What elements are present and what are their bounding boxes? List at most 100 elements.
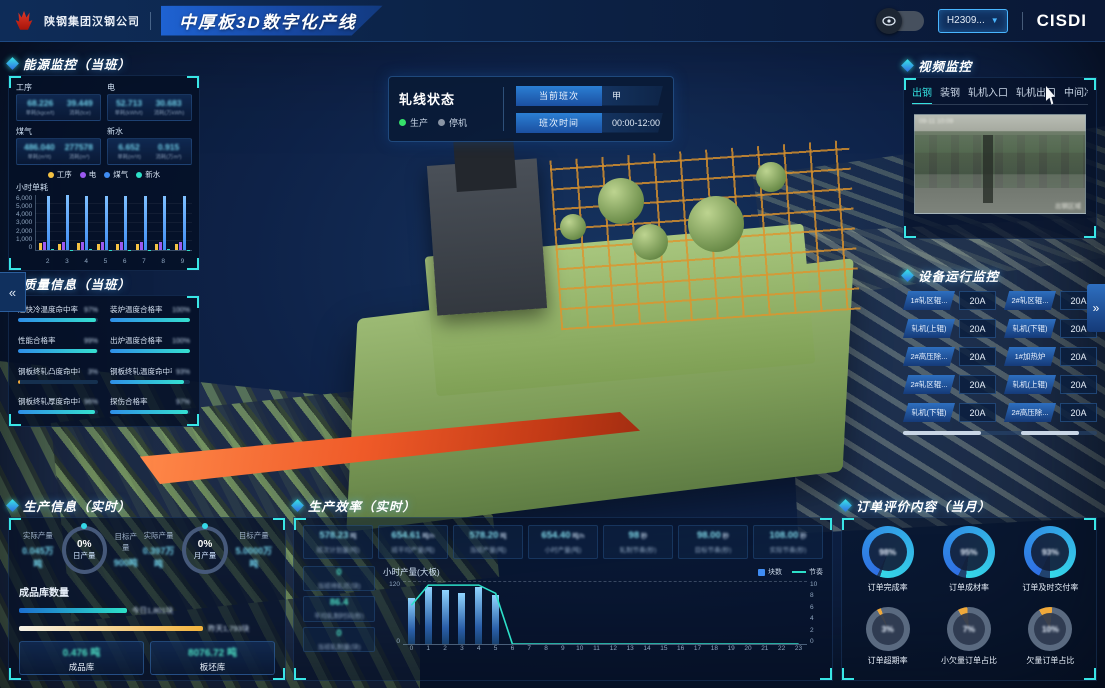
quadrant-values: 68.226单耗(kgce/t)39.449消耗(tce) <box>16 94 101 121</box>
equipment-row[interactable]: 轧机(下辊)20A <box>1004 319 1097 338</box>
equipment-row[interactable]: 轧机(下辊)20A <box>903 403 996 422</box>
stat-unit: 吨/h <box>420 533 434 540</box>
bar-group <box>97 195 112 250</box>
bar-group <box>116 195 131 250</box>
video-tab-轧机入口[interactable]: 轧机入口 <box>968 84 1008 99</box>
company-name: 陕钢集团汉钢公司 <box>44 13 140 29</box>
x-tick: 0 <box>403 645 420 652</box>
equipment-row[interactable]: 2#高压除...20A <box>903 347 996 366</box>
metric-cell: 277578消耗(m³) <box>65 142 93 161</box>
dropdown-value: H2309... <box>947 15 985 26</box>
x-tick: 5 <box>487 645 504 652</box>
legend-label: 工序 <box>57 169 72 180</box>
x-tick: 10 <box>571 645 588 652</box>
equipment-value: 20A <box>959 347 996 366</box>
bar-group <box>175 195 190 250</box>
actual-value: 0.045万吨 <box>19 544 57 570</box>
equipment-row[interactable]: 2#轧区辊...20A <box>903 375 996 394</box>
quality-item-top: 钢板终轧厚度命中率96% <box>18 396 98 407</box>
video-tab-装钢[interactable]: 装钢 <box>940 84 960 99</box>
metric-cell: 6.652单耗(m³/t) <box>116 142 142 161</box>
x-tick: 3 <box>65 258 69 265</box>
production-info-panel: 生产信息（实时） 实际产量0.045万吨0%日产量目标产量900吨实际产量0.3… <box>8 496 286 682</box>
camera-label: 出钢区域 <box>1055 200 1081 210</box>
quality-item: 钢板终轧温度命中率93% <box>110 366 190 388</box>
video-tab-出钢[interactable]: 出钢 <box>912 84 932 99</box>
bar <box>89 249 92 250</box>
quality-item-top: 装炉温度合格率100% <box>110 304 190 315</box>
bar <box>105 196 108 250</box>
scrollbar-thumb[interactable] <box>903 431 981 435</box>
bar <box>159 242 162 250</box>
equipment-row[interactable]: 1#轧区辊... 20A <box>903 291 996 310</box>
progress-track <box>110 349 190 353</box>
equipment-label-chip: 轧机(上辊) <box>1004 375 1056 394</box>
bar <box>47 196 50 250</box>
inventory-title: 成品库数量 <box>19 584 275 599</box>
legend-label: 电 <box>89 169 97 180</box>
video-tab-中间冷[interactable]: 中间冷 <box>1064 84 1088 99</box>
equipment-value: 20A <box>959 291 996 310</box>
bar <box>85 196 88 250</box>
stat-unit: 秒 <box>798 533 806 540</box>
metric-value: 68.226 <box>24 98 56 108</box>
quality-item-top: 性能合格率99% <box>18 335 98 346</box>
equipment-value: 20A <box>959 403 996 422</box>
metric-value: 39.449 <box>67 98 93 108</box>
actual-output: 实际产量0.397万吨 <box>140 530 178 570</box>
progress-fill <box>18 410 95 414</box>
production-gauge-group: 实际产量0.397万吨0%月产量目标产量5.0000万吨 <box>140 526 275 574</box>
percent-gauge: 0%月产量 <box>182 526 227 574</box>
visibility-toggle[interactable] <box>878 11 924 31</box>
metric-value: 52.713 <box>113 98 144 108</box>
status-legend-item: 生产 <box>399 116 428 129</box>
equipment-value: 20A <box>1060 403 1097 422</box>
x-tick: 4 <box>84 258 88 265</box>
equipment-row[interactable]: 1#加热炉20A <box>1004 347 1097 366</box>
donut-gauge: 10% <box>1028 607 1072 651</box>
progress-track <box>18 410 98 414</box>
equipment-label-chip: 1#加热炉 <box>1004 347 1056 366</box>
pace-line <box>403 582 807 644</box>
card-label: 板坯库 <box>200 661 226 673</box>
stat-label: 实际节奏(秒) <box>756 544 820 554</box>
equipment-row[interactable]: 轧机(上辊)20A <box>903 319 996 338</box>
x-tick: 21 <box>756 645 773 652</box>
energy-chart-title: 小时单耗 <box>16 182 192 193</box>
x-tick: 22 <box>773 645 790 652</box>
bar <box>140 242 143 250</box>
percent-gauge: 0%日产量 <box>62 526 107 574</box>
side-stat-value: 86.4 <box>330 597 349 608</box>
equipment-value: 20A <box>959 375 996 394</box>
equipment-scrollbar[interactable] <box>903 431 1097 435</box>
donut-gauge: 93% <box>1024 526 1076 578</box>
metric-label: 单耗(m³/t) <box>117 152 141 160</box>
quadrant-values: 486.040单耗(m³/t)277578消耗(m³) <box>16 138 101 165</box>
legend-dot-icon <box>80 172 86 178</box>
status-legend-label: 停机 <box>449 116 467 129</box>
bar <box>136 244 139 251</box>
progress-fill <box>110 410 188 414</box>
equipment-row[interactable]: 轧机(上辊)20A <box>1004 375 1097 394</box>
equipment-row[interactable]: 2#轧区辊...20A <box>1004 291 1097 310</box>
bar <box>128 250 131 251</box>
x-tick: 5 <box>104 258 108 265</box>
x-tick: 7 <box>142 258 146 265</box>
camera-feed[interactable]: 09-11 10:09 出钢区域 <box>914 114 1086 214</box>
equipment-label: 1#加热炉 <box>1015 351 1046 362</box>
collapse-right-handle[interactable]: » <box>1087 284 1105 332</box>
order-metric: 7%小欠量订单占比 <box>929 604 1008 673</box>
bar <box>62 242 65 250</box>
steel-id-dropdown[interactable]: H2309... ▼ <box>938 9 1008 33</box>
scrollbar-thumb[interactable] <box>1021 431 1079 435</box>
quadrant-values: 6.652单耗(m³/t)0.915消耗(万m³) <box>107 138 192 165</box>
y-tick: 6,000 <box>16 195 32 202</box>
equipment-label: 1#轧区辊... <box>910 295 947 306</box>
equipment-row[interactable]: 2#高压除...20A <box>1004 403 1097 422</box>
collapse-left-handle[interactable]: « <box>0 272 26 312</box>
card-value: 0.476 吨 <box>63 644 101 659</box>
energy-panel-title: 能源监控（当班） <box>23 54 131 73</box>
x-tick: 15 <box>655 645 672 652</box>
y-tick: 120 <box>389 581 400 588</box>
inventory-card: 0.476 吨成品库 <box>19 641 144 675</box>
